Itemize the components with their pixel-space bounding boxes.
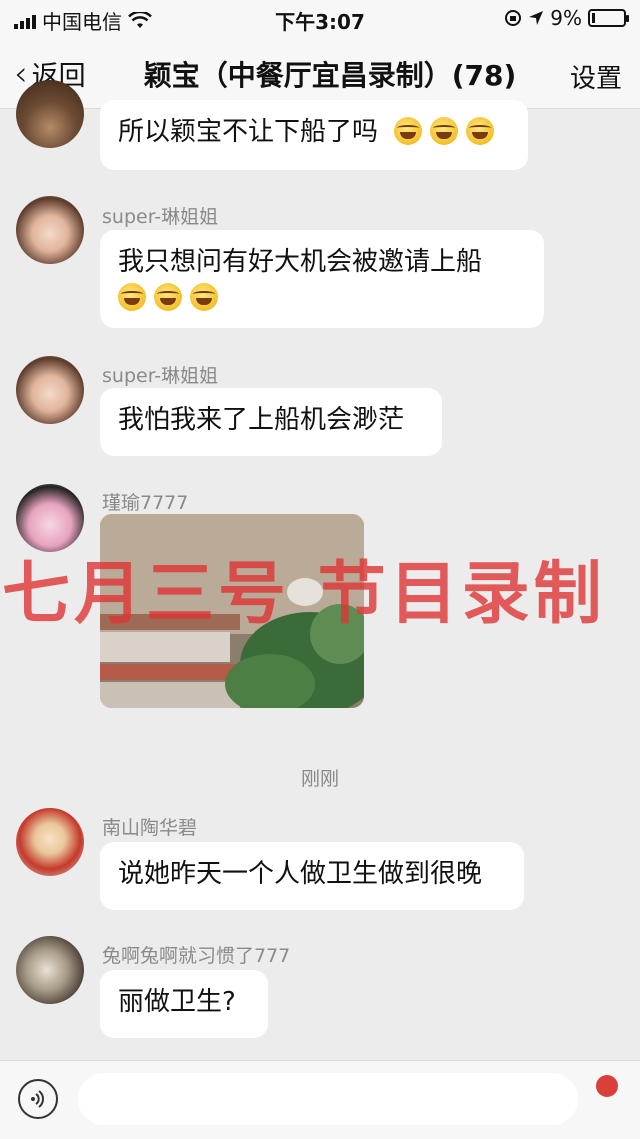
message-text: 所以颖宝不让下船了吗: [118, 117, 379, 147]
avatar[interactable]: [16, 808, 84, 876]
photo-message[interactable]: [100, 514, 364, 708]
sender-name: super-琳姐姐: [102, 206, 219, 228]
avatar[interactable]: [16, 484, 84, 552]
laughing-emoji-icon: [430, 117, 459, 145]
laughing-emoji-icon: [118, 283, 146, 311]
voice-button[interactable]: [18, 1079, 58, 1119]
settings-button[interactable]: 设置: [570, 58, 622, 95]
emoji-panel-button[interactable]: [596, 1075, 618, 1097]
message-bubble[interactable]: 我只想问有好大机会被邀请上船: [100, 230, 544, 328]
message-text: 我只想问有好大机会被邀请上船: [118, 247, 483, 277]
location-arrow-icon: [529, 11, 544, 25]
time-divider: 刚刚: [300, 768, 339, 790]
message-input[interactable]: [78, 1073, 578, 1125]
chevron-left-icon: ‹: [14, 53, 28, 94]
message-bubble[interactable]: 丽做卫生?: [100, 970, 268, 1038]
battery-icon: [588, 9, 629, 27]
laughing-emoji-icon: [394, 117, 423, 145]
chat-title: 颖宝（中餐厅宜昌录制）(78): [143, 59, 517, 92]
sender-name: super-琳姐姐: [102, 365, 219, 387]
message-text: 丽做卫生?: [118, 987, 236, 1017]
voice-icon: [31, 1090, 44, 1108]
battery-percent: 9%: [550, 6, 582, 30]
avatar[interactable]: [16, 936, 84, 1004]
sender-name: 兔啊兔啊就习惯了777: [102, 945, 291, 967]
laughing-emoji-icon: [466, 117, 495, 145]
laughing-emoji-icon: [154, 283, 182, 311]
photo-image: [100, 514, 364, 708]
message-text: 我怕我来了上船机会渺茫: [118, 405, 405, 435]
input-bar: [0, 1060, 640, 1139]
chat-header: ‹ 返回 颖宝（中餐厅宜昌录制）(78) 设置: [0, 36, 640, 109]
avatar[interactable]: [16, 80, 84, 148]
laughing-emoji-icon: [190, 283, 218, 311]
message-bubble[interactable]: 说她昨天一个人做卫生做到很晚: [100, 842, 524, 910]
status-bar: 中国电信 下午3:07 9%: [0, 0, 640, 36]
message-bubble[interactable]: 所以颖宝不让下船了吗: [100, 100, 528, 170]
orientation-lock-icon: [505, 10, 522, 26]
sender-name: 瑾瑜7777: [102, 492, 189, 514]
avatar[interactable]: [16, 356, 84, 424]
message-bubble[interactable]: 我怕我来了上船机会渺茫: [100, 388, 442, 456]
message-text: 说她昨天一个人做卫生做到很晚: [118, 859, 483, 889]
sender-name: 南山陶华碧: [102, 817, 198, 839]
avatar[interactable]: [16, 196, 84, 264]
